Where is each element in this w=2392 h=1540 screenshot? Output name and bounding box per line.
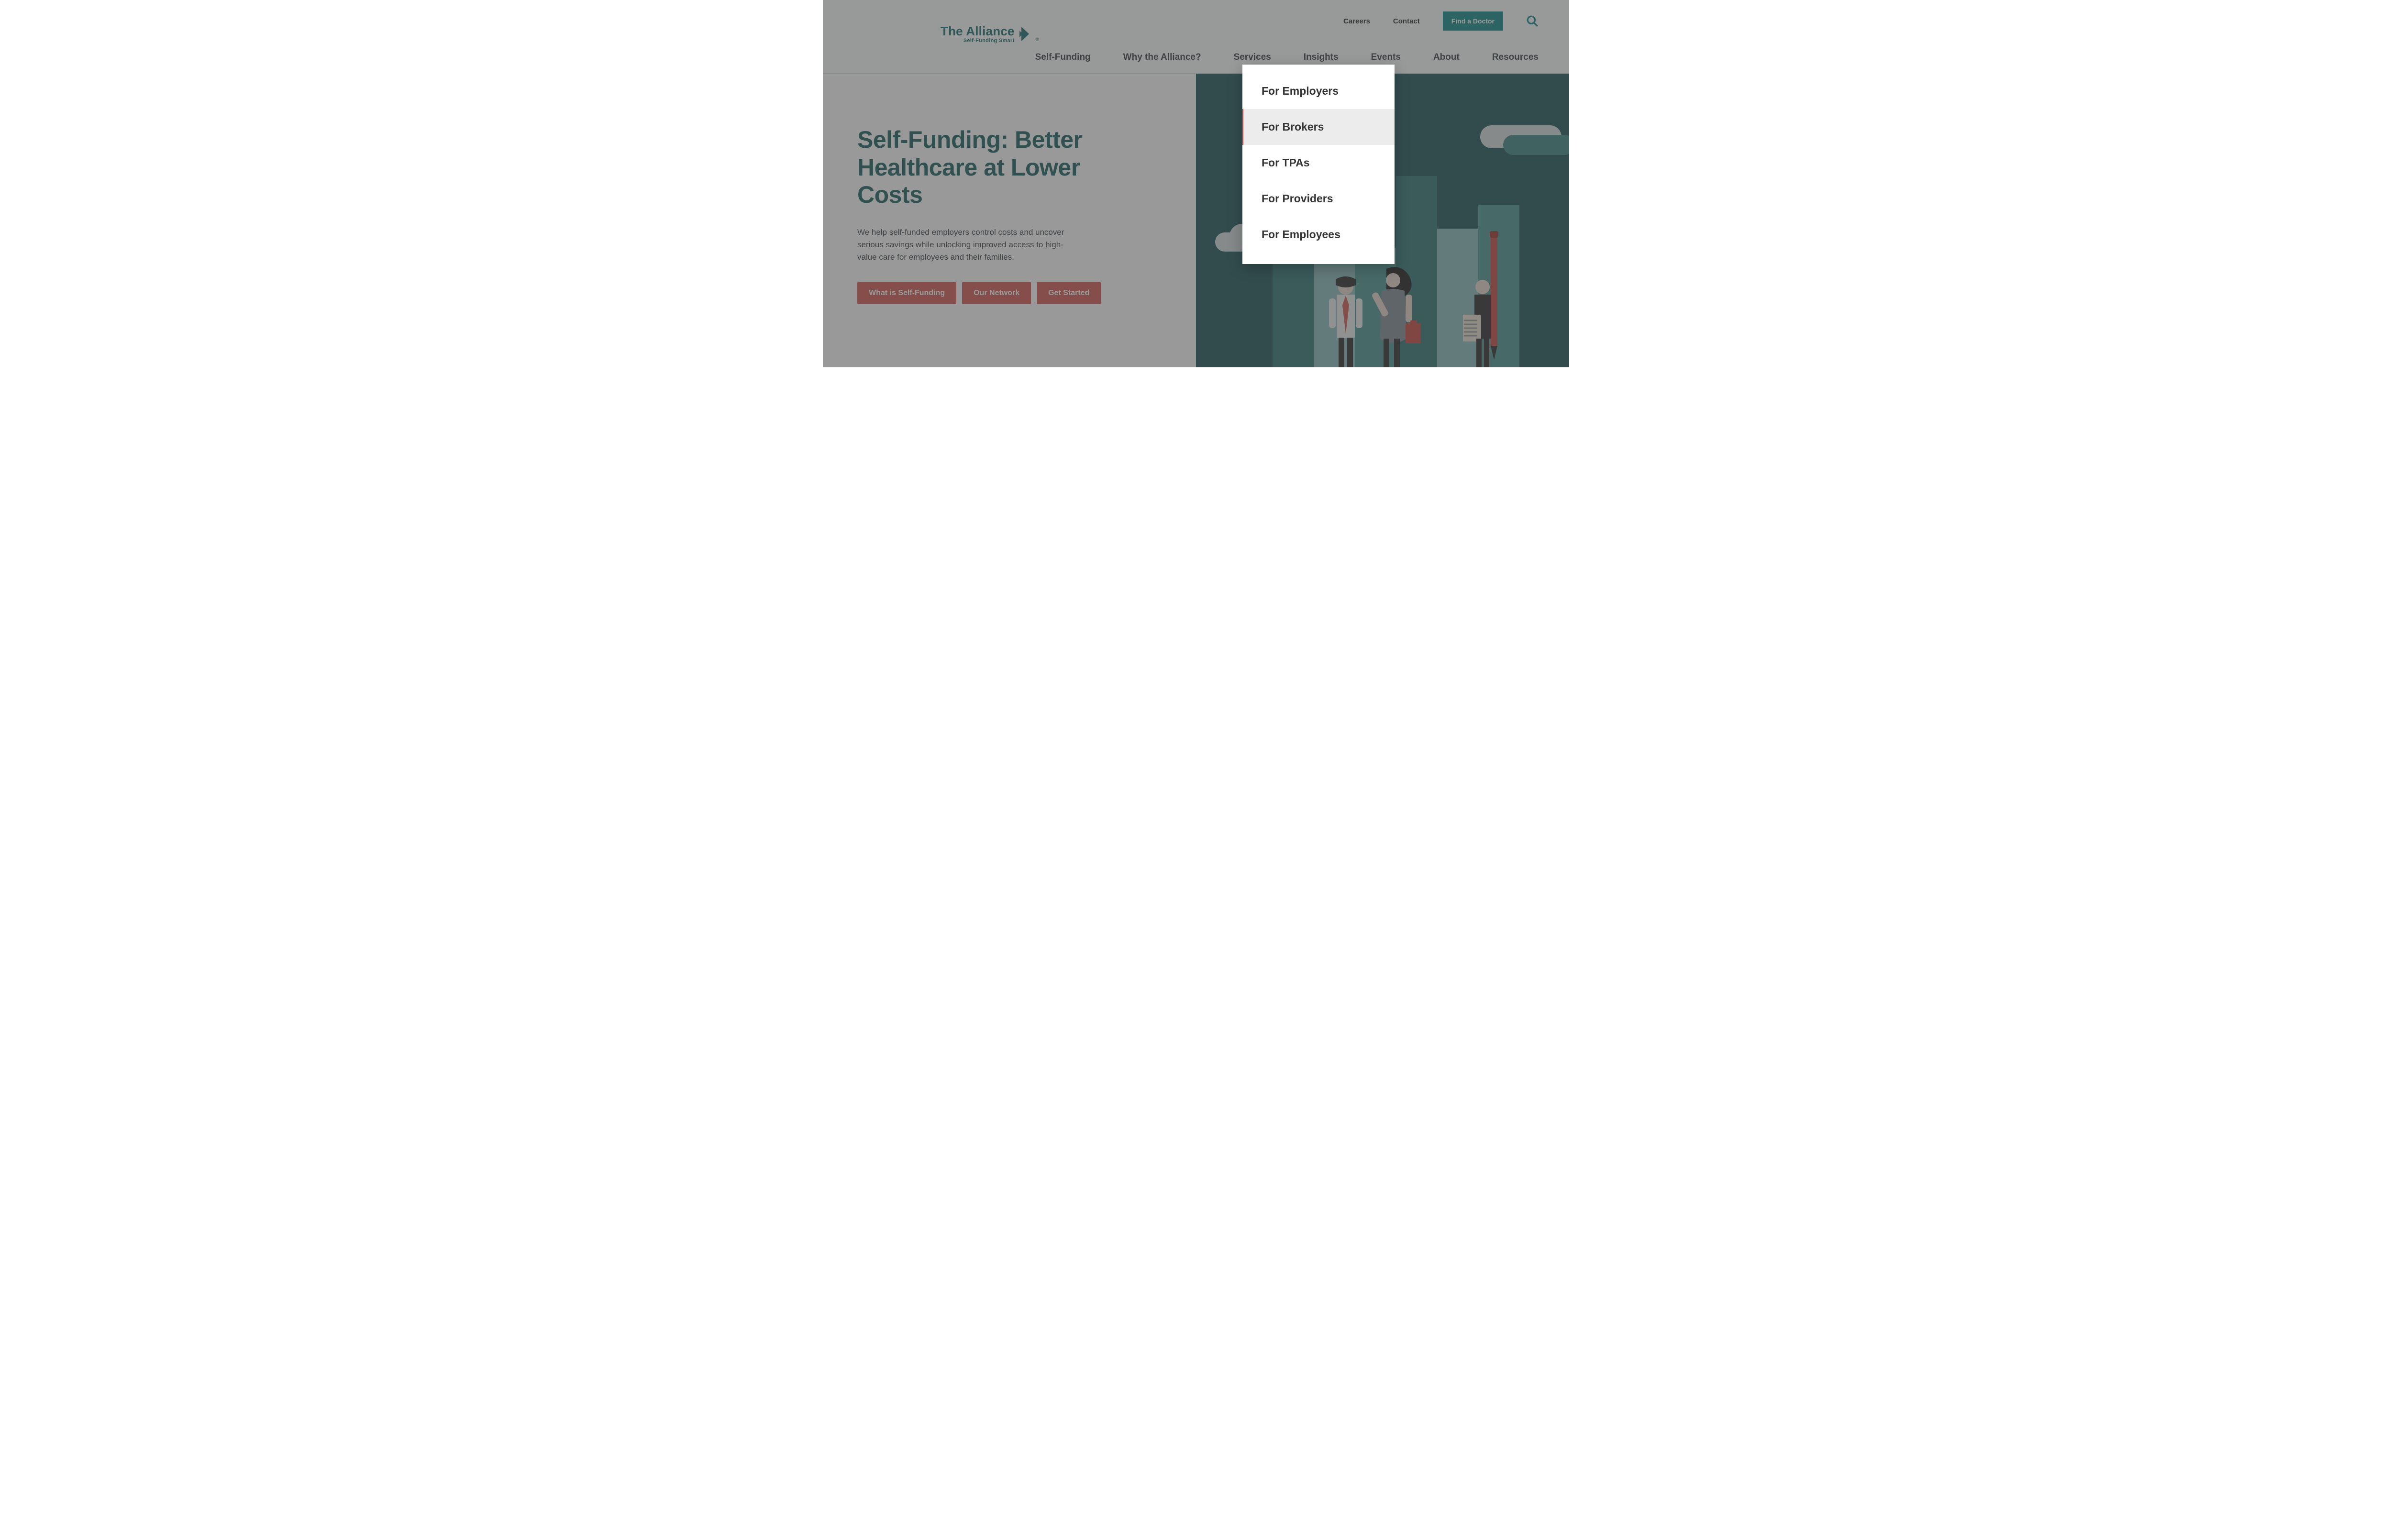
dropdown-item-employees[interactable]: For Employees (1242, 217, 1395, 253)
site-header: Careers Contact Find a Doctor The Allian… (823, 0, 1569, 74)
pen-icon (1487, 231, 1501, 367)
logo-brand: The Alliance (941, 24, 1015, 39)
site-logo[interactable]: The Alliance Self-Funding Smart ® (941, 24, 1039, 44)
dropdown-item-tpas[interactable]: For TPAs (1242, 145, 1395, 181)
nav-resources[interactable]: Resources (1492, 52, 1539, 63)
nav-insights[interactable]: Insights (1304, 52, 1339, 63)
nav-events[interactable]: Events (1371, 52, 1401, 63)
services-dropdown: For Employers For Brokers For TPAs For P… (1242, 65, 1395, 264)
nav-self-funding[interactable]: Self-Funding (1035, 52, 1091, 63)
contact-link[interactable]: Contact (1393, 17, 1420, 25)
nav-about[interactable]: About (1433, 52, 1460, 63)
our-network-button[interactable]: Our Network (962, 282, 1031, 304)
logo-registered: ® (1036, 37, 1039, 42)
careers-link[interactable]: Careers (1343, 17, 1370, 25)
what-is-self-funding-button[interactable]: What is Self-Funding (857, 282, 956, 304)
businesswoman-icon (1368, 267, 1421, 367)
get-started-button[interactable]: Get Started (1037, 282, 1101, 304)
hero-copy: Self-Funding: Better Healthcare at Lower… (823, 74, 1196, 367)
search-icon[interactable] (1526, 15, 1539, 27)
find-doctor-button[interactable]: Find a Doctor (1443, 11, 1503, 31)
utility-bar: Careers Contact Find a Doctor (1343, 11, 1539, 31)
dropdown-item-providers[interactable]: For Providers (1242, 181, 1395, 217)
hero-section: Self-Funding: Better Healthcare at Lower… (823, 74, 1569, 367)
dropdown-item-brokers[interactable]: For Brokers (1242, 109, 1395, 145)
nav-why-alliance[interactable]: Why the Alliance? (1123, 52, 1201, 63)
hero-cta-row: What is Self-Funding Our Network Get Sta… (857, 282, 1196, 304)
cloud-icon (1503, 135, 1569, 155)
nav-services[interactable]: Services (1234, 52, 1271, 63)
dropdown-item-employers[interactable]: For Employers (1242, 73, 1395, 109)
hero-title: Self-Funding: Better Healthcare at Lower… (857, 126, 1116, 209)
logo-mark-icon (1019, 25, 1031, 43)
logo-tagline: Self-Funding Smart (963, 38, 1015, 44)
hero-blurb: We help self-funded employers control co… (857, 226, 1082, 264)
primary-nav: Self-Funding Why the Alliance? Services … (1035, 52, 1539, 63)
businessman-icon (1326, 276, 1365, 367)
